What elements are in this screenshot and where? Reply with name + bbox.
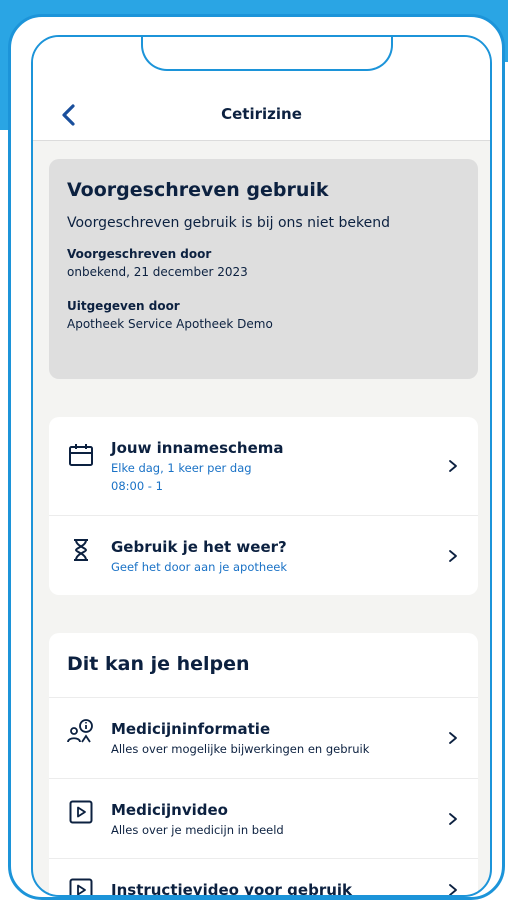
chevron-right-icon (449, 883, 457, 895)
prescribed-by-value: onbekend, 21 december 2023 (67, 265, 248, 279)
play-video-icon (67, 798, 95, 826)
medicine-video-row[interactable]: Medicijnvideo Alles over je medicijn in … (49, 778, 478, 858)
issued-by-value: Apotheek Service Apotheek Demo (67, 317, 273, 331)
medicine-info-subtitle: Alles over mogelijke bijwerkingen en geb… (111, 742, 370, 756)
help-card: Dit kan je helpen Medicijninformatie All… (49, 633, 478, 897)
schedule-frequency: Elke dag, 1 keer per dag (111, 461, 252, 475)
person-info-icon (67, 717, 95, 745)
schedule-row[interactable]: Jouw innameschema Elke dag, 1 keer per d… (49, 417, 478, 515)
medicine-info-row[interactable]: Medicijninformatie Alles over mogelijke … (49, 698, 478, 778)
phone-frame: Cetirizine Voorgeschreven gebruik Voorge… (8, 14, 505, 900)
chevron-right-icon (449, 812, 457, 825)
page-title: Cetirizine (221, 105, 302, 123)
instruction-video-title: Instructievideo voor gebruik (111, 880, 353, 897)
schedule-time: 08:00 - 1 (111, 479, 163, 493)
instruction-video-row[interactable]: Instructievideo voor gebruik (49, 858, 478, 897)
hourglass-icon (67, 536, 95, 564)
help-heading: Dit kan je helpen (49, 633, 478, 698)
chevron-right-icon (449, 732, 457, 744)
usage-description: Voorgeschreven gebruik is bij ons niet b… (67, 215, 390, 231)
reuse-row[interactable]: Gebruik je het weer? Geef het door aan j… (49, 515, 478, 595)
prescribed-usage-card: Voorgeschreven gebruik Voorgeschreven ge… (49, 159, 478, 379)
schedule-title: Jouw innameschema (111, 439, 284, 457)
chevron-right-icon (449, 460, 457, 472)
schedule-card: Jouw innameschema Elke dag, 1 keer per d… (49, 417, 478, 595)
app-screen: Cetirizine Voorgeschreven gebruik Voorge… (31, 35, 492, 897)
usage-heading: Voorgeschreven gebruik (67, 179, 329, 201)
medicine-video-subtitle: Alles over je medicijn in beeld (111, 822, 284, 837)
issued-by-label: Uitgegeven door (67, 299, 180, 313)
prescribed-by-label: Voorgeschreven door (67, 247, 212, 261)
calendar-icon (67, 441, 95, 469)
reuse-subtitle: Geef het door aan je apotheek (111, 559, 288, 574)
reuse-title: Gebruik je het weer? (111, 537, 287, 556)
medicine-video-title: Medicijnvideo (111, 800, 228, 819)
device-notch (141, 37, 393, 71)
medicine-info-title: Medicijninformatie (111, 720, 271, 738)
play-video-icon (67, 876, 95, 895)
chevron-right-icon (449, 549, 457, 562)
